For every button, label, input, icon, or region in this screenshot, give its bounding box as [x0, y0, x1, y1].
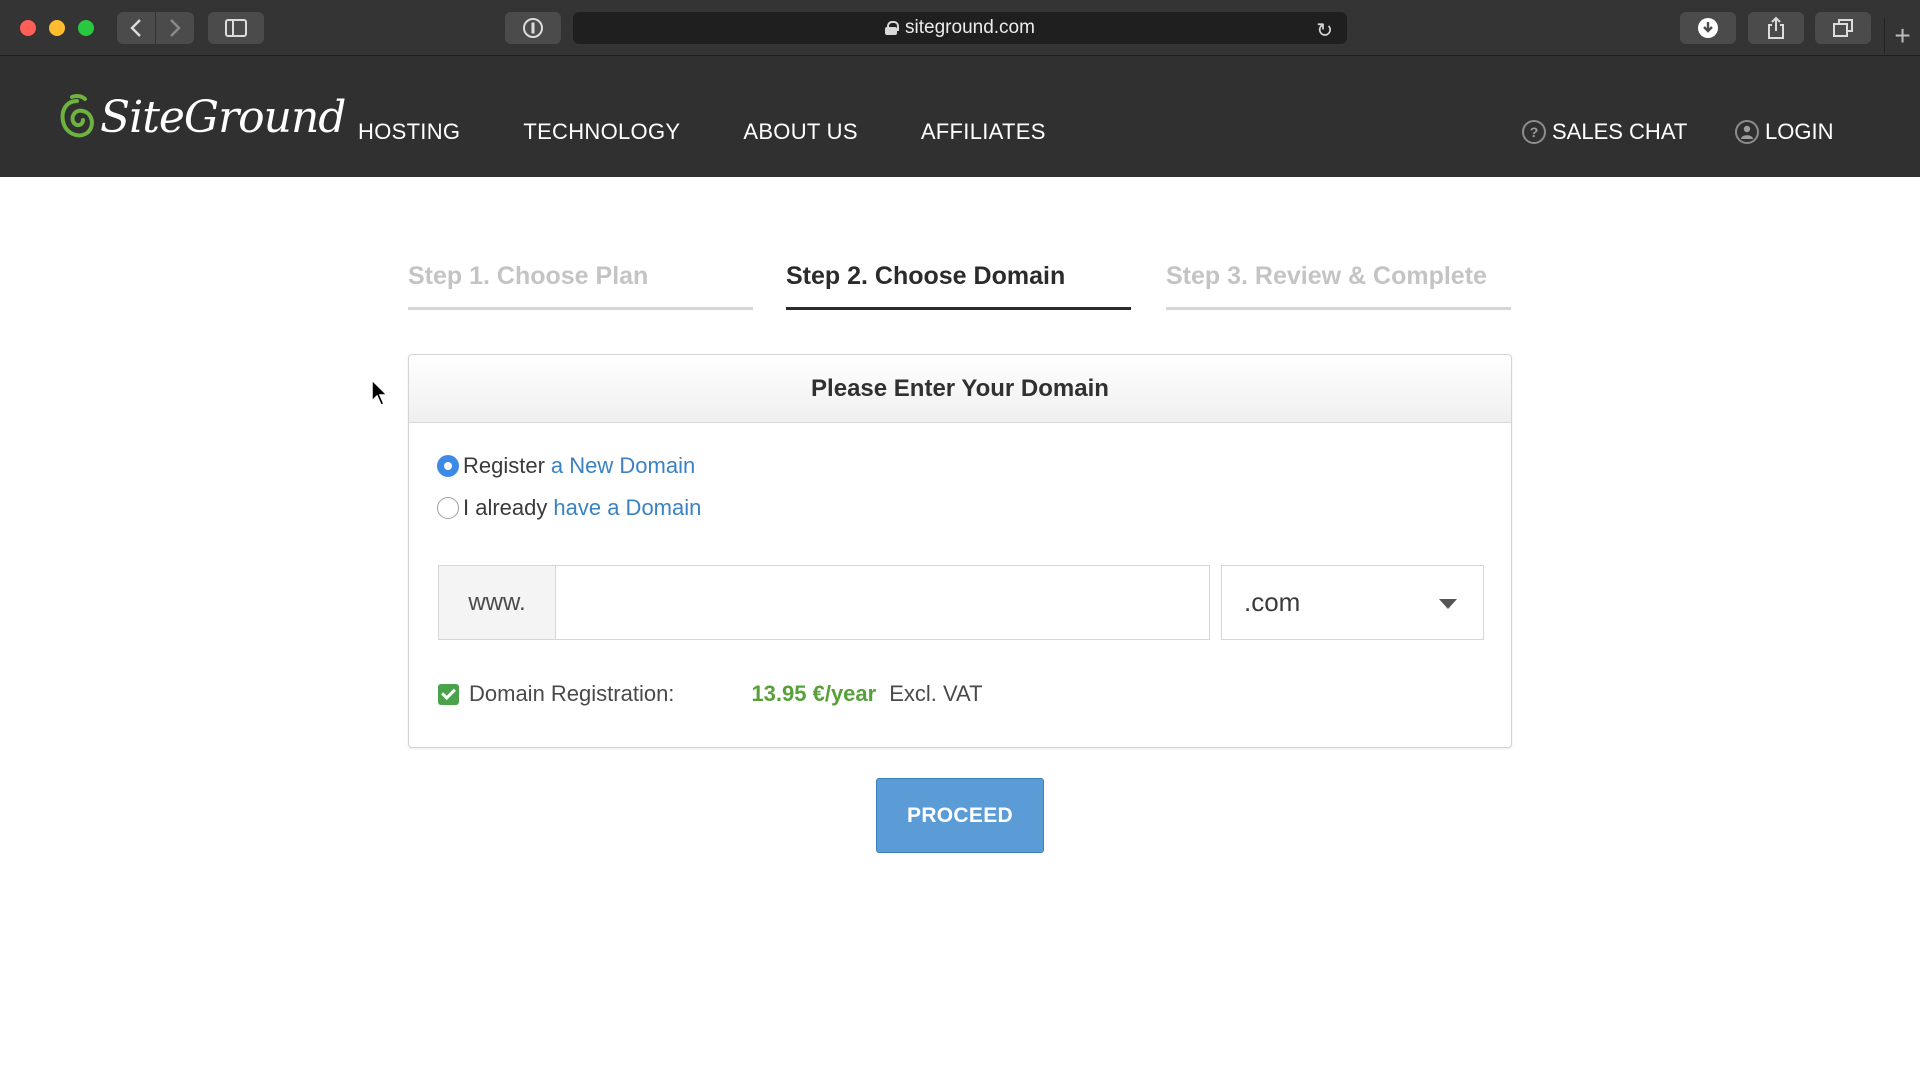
- mouse-cursor-icon: [371, 379, 389, 406]
- lock-icon: [885, 21, 900, 35]
- tab-overview-button[interactable]: [1815, 12, 1871, 44]
- option2-prefix: I already: [463, 495, 548, 520]
- registration-price: 13.95 €/year: [751, 681, 877, 706]
- question-icon: ?: [1522, 120, 1546, 144]
- login-link[interactable]: LOGIN: [1735, 119, 1833, 145]
- option1-link[interactable]: a New Domain: [551, 453, 695, 479]
- chevron-left-icon: [130, 19, 141, 37]
- sales-chat-link[interactable]: ? SALES CHAT: [1522, 119, 1687, 145]
- share-icon: [1768, 16, 1784, 39]
- zoom-window-button[interactable]: [78, 20, 94, 36]
- download-icon: [1698, 18, 1718, 38]
- siteground-logo[interactable]: SiteGround: [58, 92, 346, 143]
- close-window-button[interactable]: [20, 20, 36, 36]
- tabs-icon: [1833, 19, 1853, 37]
- registration-label: Domain Registration:: [469, 681, 675, 706]
- radio-existing-domain[interactable]: [437, 497, 459, 519]
- user-icon: [1735, 120, 1759, 144]
- option-existing-domain[interactable]: I already have a Domain: [437, 495, 701, 521]
- reload-icon[interactable]: ↻: [1316, 18, 1333, 43]
- step-choose-domain: Step 2. Choose Domain: [786, 262, 1131, 310]
- proceed-button[interactable]: PROCEED: [876, 778, 1044, 853]
- domain-entry-row: www. .com: [438, 565, 1484, 640]
- vat-note: Excl. VAT: [889, 681, 983, 706]
- login-label: LOGIN: [1765, 119, 1834, 144]
- card-title: Please Enter Your Domain: [409, 355, 1511, 423]
- chevron-right-icon: [170, 19, 181, 37]
- back-button[interactable]: [117, 12, 155, 44]
- domain-card: Please Enter Your Domain Register a New …: [408, 354, 1512, 748]
- domain-registration-row: Domain Registration: 13.95 €/year Excl. …: [438, 681, 983, 707]
- step-choose-plan[interactable]: Step 1. Choose Plan: [408, 262, 753, 310]
- option2-link[interactable]: have a Domain: [553, 495, 701, 521]
- new-tab-button[interactable]: +: [1884, 18, 1920, 54]
- logo-swirl-icon: [60, 93, 94, 137]
- site-header: SiteGround HOSTING TECHNOLOGY ABOUT US A…: [0, 56, 1920, 177]
- nav-technology[interactable]: TECHNOLOGY: [523, 119, 680, 145]
- url-text: siteground.com: [905, 17, 1035, 38]
- tld-select[interactable]: .com: [1221, 565, 1484, 640]
- password-icon: [523, 18, 543, 38]
- option-register-new-domain[interactable]: Register a New Domain: [437, 453, 695, 479]
- nav-affiliates[interactable]: AFFILIATES: [921, 119, 1046, 145]
- tld-selected-value: .com: [1244, 587, 1301, 617]
- sales-chat-label: SALES CHAT: [1552, 119, 1688, 144]
- downloads-button[interactable]: [1680, 12, 1736, 44]
- browser-toolbar: siteground.com ↻ +: [0, 0, 1920, 56]
- radio-register-new[interactable]: [437, 455, 459, 477]
- option1-prefix: Register: [463, 453, 545, 478]
- sidebar-toggle-button[interactable]: [208, 12, 264, 44]
- minimize-window-button[interactable]: [49, 20, 65, 36]
- checkout-steps: Step 1. Choose Plan Step 2. Choose Domai…: [408, 262, 1512, 310]
- address-bar[interactable]: siteground.com ↻: [573, 12, 1347, 44]
- domain-registration-checkbox[interactable]: [438, 683, 459, 705]
- domain-name-input[interactable]: [555, 565, 1210, 640]
- forward-button[interactable]: [156, 12, 194, 44]
- www-prefix: www.: [438, 565, 555, 640]
- logo-text: SiteGround: [100, 92, 346, 143]
- step-review-complete: Step 3. Review & Complete: [1166, 262, 1511, 310]
- caret-down-icon: [1439, 599, 1457, 609]
- password-manager-button[interactable]: [505, 12, 561, 44]
- nav-about-us[interactable]: ABOUT US: [743, 119, 857, 145]
- main-nav: HOSTING TECHNOLOGY ABOUT US AFFILIATES: [358, 119, 1046, 145]
- share-button[interactable]: [1748, 12, 1804, 44]
- nav-hosting[interactable]: HOSTING: [358, 119, 460, 145]
- sidebar-icon: [225, 19, 247, 37]
